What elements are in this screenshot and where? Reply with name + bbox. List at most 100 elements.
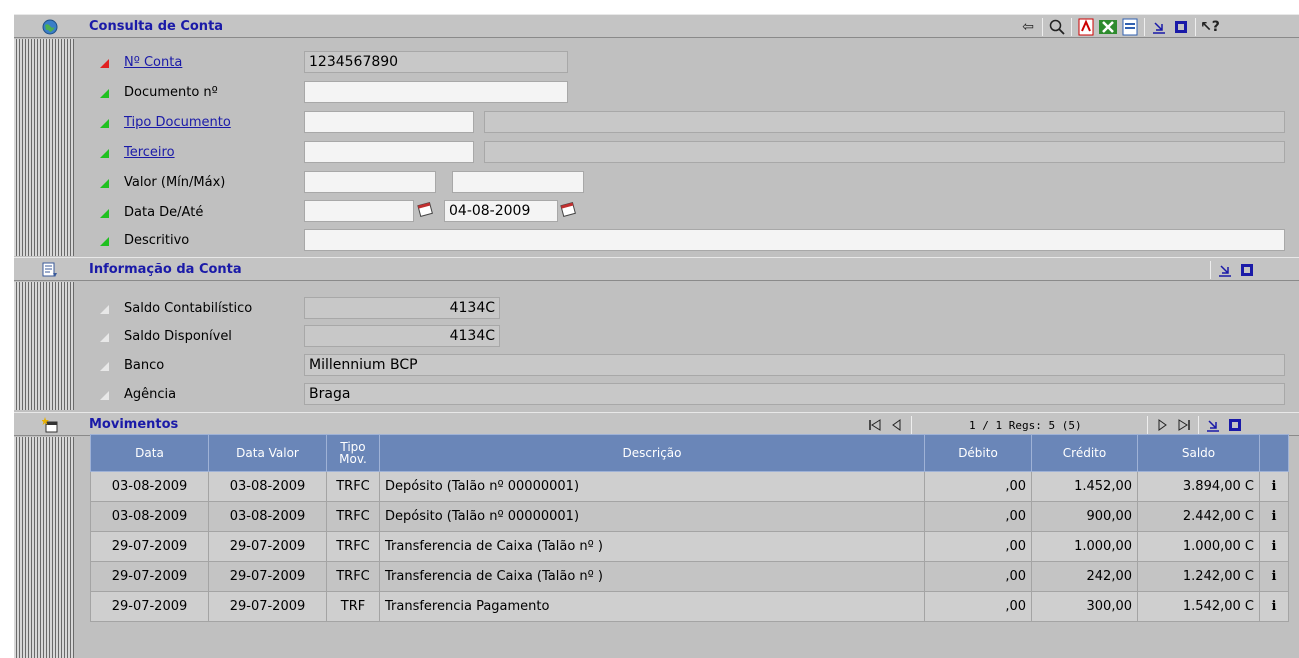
table-row[interactable]: 03-08-2009 03-08-2009 TRFC Depósito (Tal… (90, 471, 1289, 502)
word-export-icon[interactable] (1119, 17, 1141, 37)
cell-saldo: 3.894,00 C (1137, 471, 1260, 502)
calendar-icon[interactable] (560, 201, 576, 217)
field-row-valor: Valor (Mín/Máx) (86, 170, 1299, 196)
cell-credito: 1.000,00 (1031, 531, 1138, 562)
last-page-icon[interactable] (1173, 415, 1195, 435)
valor-max-input[interactable] (452, 171, 584, 193)
info-icon[interactable]: i (1259, 591, 1289, 622)
tipo-mov-line-2: Mov. (339, 452, 367, 466)
cell-debito: ,00 (924, 501, 1032, 532)
movimentos-title: Movimentos (89, 417, 179, 432)
minimize-icon[interactable] (1214, 260, 1236, 280)
informacao-header: Informação da Conta (14, 257, 1299, 281)
cell-data: 29-07-2009 (90, 531, 209, 562)
maximize-icon[interactable] (1170, 17, 1192, 37)
agencia-label: Agência (124, 387, 177, 402)
cell-descricao: Transferencia de Caixa (Talão nº ) (379, 561, 925, 592)
tipo-documento-label[interactable]: Tipo Documento (124, 115, 231, 130)
table-row[interactable]: 29-07-2009 29-07-2009 TRFC Transferencia… (90, 531, 1289, 562)
optional-marker-icon (100, 119, 109, 128)
movimentos-gutter (14, 437, 86, 658)
back-arrow-icon[interactable]: ⇦ (1017, 17, 1039, 37)
documento-input[interactable] (304, 81, 568, 103)
cell-credito: 300,00 (1031, 591, 1138, 622)
first-page-icon[interactable] (864, 415, 886, 435)
cell-saldo: 1.000,00 C (1137, 531, 1260, 562)
field-row-data: Data De/Até (86, 200, 1299, 226)
cell-descricao: Transferencia de Caixa (Talão nº ) (379, 531, 925, 562)
consulta-header: Consulta de Conta ⇦ ↖? (14, 14, 1299, 38)
terceiro-label[interactable]: Terceiro (124, 145, 175, 160)
conta-field[interactable]: 1234567890 (304, 51, 568, 73)
tipo-documento-input[interactable] (304, 111, 474, 133)
table-header-row: Data Data Valor Tipo Mov. Descrição Débit… (90, 434, 1289, 472)
info-icon[interactable]: i (1259, 561, 1289, 592)
column-header-data[interactable]: Data (90, 434, 209, 472)
new-window-icon (14, 413, 86, 436)
column-header-credito[interactable]: Crédito (1031, 434, 1138, 472)
movimentos-header: Movimentos 1 / 1 Regs: 5 (5) (14, 412, 1299, 436)
info-icon[interactable]: i (1259, 501, 1289, 532)
info-icon[interactable]: i (1259, 471, 1289, 502)
field-row-conta: Nº Conta (86, 50, 1299, 76)
previous-page-icon[interactable] (886, 415, 908, 435)
next-page-icon[interactable] (1151, 415, 1173, 435)
saldo-disponivel-label: Saldo Disponível (124, 329, 232, 344)
excel-export-icon[interactable] (1097, 17, 1119, 37)
calendar-icon[interactable] (417, 201, 433, 217)
info-icon[interactable]: i (1259, 531, 1289, 562)
optional-marker-icon (100, 179, 109, 188)
column-header-saldo[interactable]: Saldo (1137, 434, 1260, 472)
column-header-debito[interactable]: Débito (924, 434, 1032, 472)
cell-saldo: 1.542,00 C (1137, 591, 1260, 622)
cell-debito: ,00 (924, 561, 1032, 592)
table-row[interactable]: 29-07-2009 29-07-2009 TRF Transferencia … (90, 591, 1289, 622)
cell-data-valor: 03-08-2009 (208, 471, 327, 502)
maximize-icon[interactable] (1236, 260, 1258, 280)
required-marker-icon (100, 59, 109, 68)
informacao-gutter (14, 282, 86, 410)
cell-descricao: Transferencia Pagamento (379, 591, 925, 622)
cell-credito: 900,00 (1031, 501, 1138, 532)
pdf-export-icon[interactable] (1075, 17, 1097, 37)
minimize-icon[interactable] (1148, 17, 1170, 37)
cell-data-valor: 29-07-2009 (208, 531, 327, 562)
banco-label: Banco (124, 358, 165, 373)
movimentos-toolbar (864, 415, 915, 435)
cell-debito: ,00 (924, 591, 1032, 622)
terceiro-input[interactable] (304, 141, 474, 163)
cell-data-valor: 03-08-2009 (208, 501, 327, 532)
agencia-value: Braga (304, 383, 1285, 405)
column-header-tipo-mov[interactable]: Tipo Mov. (326, 434, 380, 472)
saldo-disponivel-row: Saldo Disponível (86, 324, 1299, 350)
cell-descricao: Depósito (Talão nº 00000001) (379, 501, 925, 532)
cell-debito: ,00 (924, 471, 1032, 502)
column-header-descricao[interactable]: Descrição (379, 434, 925, 472)
minimize-icon[interactable] (1202, 415, 1224, 435)
table-row[interactable]: 03-08-2009 03-08-2009 TRFC Depósito (Tal… (90, 501, 1289, 532)
maximize-icon[interactable] (1224, 415, 1246, 435)
data-de-input[interactable] (304, 200, 414, 222)
conta-label[interactable]: Nº Conta (124, 55, 182, 70)
search-icon[interactable] (1046, 17, 1068, 37)
saldo-contabilistico-value: 4134C (304, 297, 500, 319)
cell-data-valor: 29-07-2009 (208, 561, 327, 592)
descritivo-input[interactable] (304, 229, 1285, 251)
cell-debito: ,00 (924, 531, 1032, 562)
terceiro-desc (484, 141, 1285, 163)
account-query-page: Consulta de Conta ⇦ ↖? Nº Conta 12345678… (14, 14, 1299, 658)
data-label: Data De/Até (124, 205, 204, 220)
consulta-toolbar: ⇦ ↖? (1017, 17, 1221, 37)
field-row-documento: Documento nº (86, 80, 1299, 106)
optional-marker-icon (100, 237, 109, 246)
cell-saldo: 2.442,00 C (1137, 501, 1260, 532)
data-ate-input[interactable]: 04-08-2009 (444, 200, 558, 222)
cell-data-valor: 29-07-2009 (208, 591, 327, 622)
help-icon[interactable]: ↖? (1199, 17, 1221, 37)
column-header-data-valor[interactable]: Data Valor (208, 434, 327, 472)
disabled-marker-icon (100, 391, 109, 400)
valor-min-input[interactable] (304, 171, 436, 193)
table-row[interactable]: 29-07-2009 29-07-2009 TRFC Transferencia… (90, 561, 1289, 592)
disabled-marker-icon (100, 362, 109, 371)
informacao-toolbar (1207, 260, 1258, 280)
